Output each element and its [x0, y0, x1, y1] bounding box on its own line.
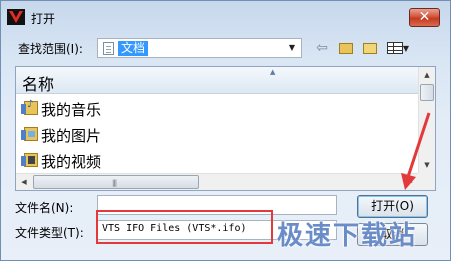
close-button[interactable]: ✕ [409, 8, 440, 27]
watermark-text: 极速下载站 [277, 221, 418, 251]
new-folder-icon[interactable] [361, 39, 379, 57]
list-item-label: 我的图片 [41, 127, 102, 145]
scroll-left-icon[interactable]: ◀ [16, 174, 32, 190]
column-header-label: 名称 [22, 75, 55, 94]
documents-icon [103, 42, 114, 55]
vertical-scrollbar[interactable]: ▲ ▼ [418, 67, 435, 173]
list-item-label: 我的视频 [41, 153, 102, 171]
pictures-library-icon [21, 127, 38, 141]
column-header-name[interactable]: 名称 ▲ [16, 67, 418, 94]
list-item[interactable]: 我的图片 [16, 123, 418, 145]
window-title: 打开 [31, 12, 56, 26]
scrollbar-corner [418, 173, 435, 190]
horizontal-scrollbar[interactable]: ◀ ||| ▶ [16, 173, 418, 190]
file-type-label: 文件类型(T): [15, 226, 84, 240]
horizontal-scroll-thumb[interactable]: ||| [33, 175, 199, 189]
up-folder-icon[interactable] [337, 39, 355, 57]
look-in-value: 文档 [118, 41, 149, 56]
look-in-label: 查找范围(I): [18, 42, 83, 56]
list-item[interactable]: 我的音乐 [16, 97, 418, 119]
file-name-label: 文件名(N): [15, 201, 74, 215]
app-logo-icon [7, 9, 25, 25]
view-menu-icon[interactable]: ▼ [384, 39, 412, 57]
highlight-annotation [96, 210, 273, 244]
videos-library-icon [21, 153, 38, 167]
back-arrow-icon[interactable]: ⇦ [313, 39, 331, 57]
chevron-down-icon[interactable]: ▼ [284, 40, 300, 56]
scroll-up-icon[interactable]: ▲ [419, 67, 435, 83]
file-list[interactable]: 名称 ▲ 我的音乐 我的图片 我的视频 ▲ ▼ ◀ ||| ▶ [15, 66, 436, 191]
vertical-scroll-thumb[interactable] [420, 84, 434, 101]
list-item[interactable]: 我的视频 [16, 149, 418, 171]
list-item-label: 我的音乐 [41, 101, 102, 119]
sort-indicator-icon: ▲ [270, 68, 276, 76]
music-library-icon [21, 99, 38, 115]
open-file-dialog: 打开 ✕ 查找范围(I): 文档 ▼ ⇦ ▼ 名称 ▲ 我的音乐 我的图片 我的… [0, 0, 451, 261]
title-bar[interactable]: 打开 ✕ [1, 1, 450, 33]
look-in-combo[interactable]: 文档 ▼ [97, 38, 302, 58]
scroll-down-icon[interactable]: ▼ [419, 157, 435, 173]
scroll-right-icon[interactable]: ▶ [402, 174, 418, 190]
